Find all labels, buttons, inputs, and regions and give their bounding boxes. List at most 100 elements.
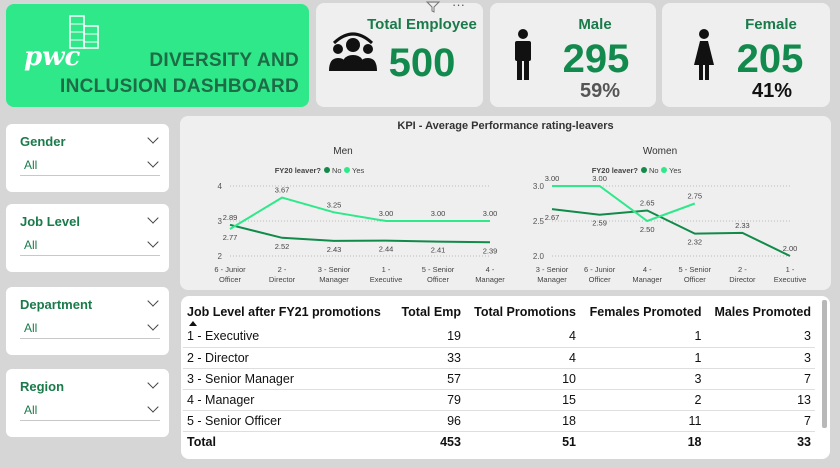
x-tick-label: 5 - Senior Officer — [679, 265, 712, 284]
cell-total-promotions: 4 — [464, 326, 580, 348]
sort-ascending-icon[interactable] — [189, 321, 197, 326]
col-header-total-promotions[interactable]: Total Promotions — [465, 298, 580, 326]
kpi-total-label: Total Employee — [367, 16, 477, 33]
col-header-females-promoted[interactable]: Females Promoted — [580, 298, 705, 326]
y-tick-label: 2 — [218, 252, 223, 261]
legend-marker-yes — [661, 167, 667, 173]
cell-males-promoted: 7 — [705, 368, 815, 390]
data-label-no: 2.33 — [735, 221, 750, 230]
data-label-no: 2.59 — [592, 219, 607, 228]
legend-marker-yes — [344, 167, 350, 173]
chevron-down-icon[interactable] — [147, 295, 159, 307]
data-label-yes: 3.00 — [431, 209, 446, 218]
cell-females-promoted: 3 — [580, 368, 706, 390]
data-label-no: 2.43 — [327, 245, 342, 254]
cell-females-promoted: 1 — [580, 347, 706, 369]
data-label-yes: 3.25 — [327, 200, 342, 209]
cell-males-promoted: 3 — [705, 326, 815, 348]
cell-total-promotions: 18 — [464, 410, 580, 432]
cell-total-promotions: 15 — [464, 389, 580, 411]
x-tick-label: 4 -Manager — [632, 265, 662, 284]
data-label-yes: 3.00 — [483, 209, 498, 218]
table-row[interactable]: 5 - Senior Officer 96 18 11 7 — [183, 410, 815, 432]
kpi-male-card: Male 295 59% — [490, 3, 656, 107]
slicer-department-title: Department — [20, 297, 93, 312]
chevron-down-icon[interactable] — [147, 377, 159, 389]
dashboard-title-line1: DIVERSITY AND — [149, 50, 299, 71]
kpi-chart-card: KPI - Average Performance rating-leavers… — [180, 116, 831, 290]
col-header-males-promoted[interactable]: Males Promoted — [705, 298, 815, 326]
table-row[interactable]: 2 - Director 33 4 1 3 — [183, 347, 815, 369]
cell-job-level: 3 - Senior Manager — [183, 368, 395, 390]
data-label-yes: 3.00 — [592, 174, 607, 183]
x-tick-label: 6 - Junior Officer — [214, 265, 246, 284]
slicer-gender-dropdown[interactable]: All — [20, 154, 160, 176]
slicer-region-dropdown[interactable]: All — [20, 399, 160, 421]
kpi-male-pct: 59% — [579, 80, 621, 102]
table-header-row: Job Level after FY21 promotions Total Em… — [183, 298, 815, 326]
data-label-no: 2.52 — [275, 242, 290, 251]
table-row[interactable]: 1 - Executive 19 4 1 3 — [183, 326, 815, 348]
legend-title: FY20 leaver? — [275, 166, 322, 175]
slicer-job-level: Job Level All — [6, 204, 169, 272]
x-tick-label: 3 - Senior Manager — [318, 265, 351, 284]
y-tick-label: 3.0 — [533, 182, 545, 191]
chevron-down-icon[interactable] — [147, 212, 159, 224]
promotions-table-card: Job Level after FY21 promotions Total Em… — [181, 296, 830, 459]
kpi-female-label: Female — [745, 16, 797, 33]
kpi-male-label: Male — [578, 16, 612, 33]
total-total-emp: 453 — [394, 430, 465, 452]
kpi-male-value: 295 — [562, 37, 630, 81]
vertical-scrollbar[interactable] — [822, 300, 827, 428]
cell-total-emp: 96 — [394, 410, 465, 432]
cell-total-promotions: 10 — [464, 368, 580, 390]
x-tick-label: 6 - Junior Officer — [584, 265, 616, 284]
filter-icon[interactable] — [426, 1, 440, 13]
data-label-no: 2.39 — [483, 246, 498, 255]
col-header-total-emp[interactable]: Total Emp — [394, 298, 465, 326]
total-total-promotions: 51 — [464, 430, 580, 452]
data-label-yes: 2.77 — [223, 233, 238, 242]
title-card: pwc DIVERSITY AND INCLUSION DASHBOARD — [6, 4, 309, 107]
kpi-female-pct: 41% — [751, 80, 793, 102]
legend-marker-no — [324, 167, 330, 173]
data-label-no: 2.00 — [783, 244, 798, 253]
slicer-job-level-title: Job Level — [20, 214, 80, 229]
data-label-no: 2.32 — [687, 238, 702, 247]
data-label-yes: 3.67 — [275, 186, 290, 195]
dashboard-title-line2: INCLUSION DASHBOARD — [60, 76, 299, 97]
table-row[interactable]: 4 - Manager 79 15 2 13 — [183, 389, 815, 411]
slicer-gender-title: Gender — [20, 134, 66, 149]
slicer-department-dropdown[interactable]: All — [20, 317, 160, 339]
series-line-no — [551, 208, 791, 257]
female-icon — [694, 29, 714, 80]
kpi-female-value: 205 — [736, 37, 804, 81]
y-tick-label: 4 — [218, 182, 223, 191]
cell-females-promoted: 11 — [580, 410, 706, 432]
data-label-yes: 3.00 — [545, 174, 560, 183]
data-label-yes: 2.50 — [640, 225, 655, 234]
data-label-no: 2.67 — [545, 213, 560, 222]
cell-job-level: 2 - Director — [183, 347, 395, 369]
total-job-level: Total — [183, 430, 395, 452]
cell-total-emp: 79 — [394, 389, 465, 411]
more-options-icon[interactable]: ··· — [452, 0, 465, 12]
slicer-department: Department All — [6, 287, 169, 355]
promotions-table: Job Level after FY21 promotions Total Em… — [183, 298, 815, 452]
slicer-gender: Gender All — [6, 124, 169, 192]
slicer-job-level-dropdown[interactable]: All — [20, 234, 160, 256]
slicer-region: Region All — [6, 369, 169, 437]
kpi-total-value: 500 — [388, 41, 456, 85]
table-row[interactable]: 3 - Senior Manager 57 10 3 7 — [183, 368, 815, 390]
data-label-yes: 2.75 — [687, 192, 702, 201]
col-header-job-level[interactable]: Job Level after FY21 promotions — [183, 298, 394, 326]
chevron-down-icon[interactable] — [147, 132, 159, 144]
data-label-yes: 3.00 — [379, 209, 394, 218]
cell-males-promoted: 13 — [705, 389, 815, 411]
male-icon — [515, 29, 531, 80]
cell-job-level: 4 - Manager — [183, 389, 395, 411]
cell-males-promoted: 7 — [705, 410, 815, 432]
series-line-yes — [552, 185, 696, 223]
kpi-female-card: Female 205 41% — [662, 3, 830, 107]
x-tick-label: 1 -Executive — [370, 265, 403, 284]
